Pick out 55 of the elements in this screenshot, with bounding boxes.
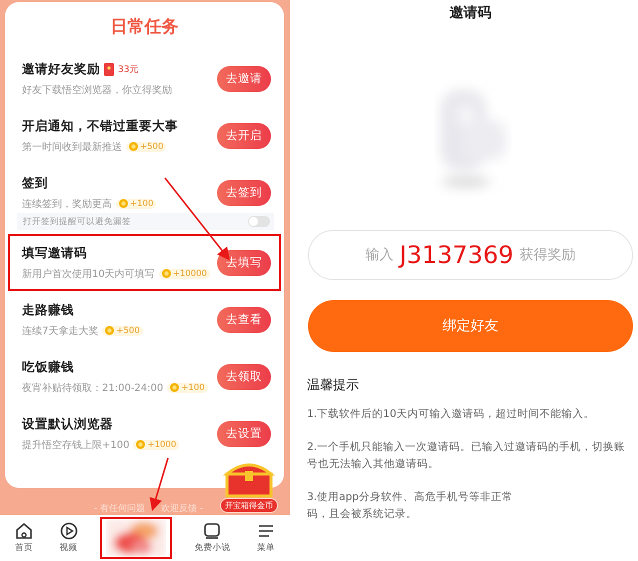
- tip-text: 2.一个手机只能输入一次邀请码。已输入过邀请码的手机，切换账号也无法输入其他邀请码。: [307, 440, 626, 472]
- home-icon: [15, 522, 34, 540]
- tips-heading: 温馨提示: [307, 377, 359, 394]
- task-button[interactable]: 去签到: [217, 180, 271, 206]
- toggle-switch[interactable]: [248, 216, 270, 227]
- task-title: 走路赚钱: [22, 302, 74, 318]
- task-title: 邀请好友奖励: [22, 60, 100, 78]
- invite-code-annotation: J3137369: [400, 241, 514, 269]
- panel-title: 日常任务: [110, 16, 180, 39]
- tip-text: 1.下载软件后的10天内可输入邀请码，超过时间不能输入。: [307, 407, 596, 422]
- coin-reward-badge: +100: [167, 382, 208, 392]
- treasure-chest-label: 开宝箱得金币: [220, 498, 278, 513]
- task-description: 第一时间收到最新推送: [22, 140, 122, 154]
- tip-text: 3.使用app分身软件、高危手机号等非正常: [307, 490, 514, 505]
- coin-reward-badge: +500: [102, 326, 143, 336]
- feedback-text: 欢迎反馈 -: [161, 502, 204, 515]
- coin-reward-badge: +500: [126, 142, 166, 152]
- task-button[interactable]: 去邀请: [217, 66, 271, 92]
- task-title: 开启通知，不错过重要大事: [22, 118, 178, 134]
- play-icon: [60, 522, 78, 540]
- menu-icon: [256, 522, 275, 540]
- envelope-icon: [104, 62, 114, 76]
- task-title: 签到: [22, 174, 48, 192]
- invite-code-field[interactable]: 输入 J3137369 获得奖励: [308, 230, 633, 280]
- task-button[interactable]: 去领取: [217, 364, 271, 390]
- tab-bar-item[interactable]: 免费小说: [190, 519, 234, 557]
- task-description: 连续7天拿走大奖: [22, 324, 98, 338]
- book-icon: [203, 522, 222, 540]
- task-title: 吃饭赚钱: [22, 358, 74, 376]
- task-description: 夜宵补贴待领取：21:00-24:00: [22, 382, 164, 394]
- feedback-text: - 有任何问题: [94, 502, 145, 515]
- bind-friend-button[interactable]: 绑定好友: [308, 300, 633, 352]
- task-button[interactable]: 去开启: [217, 122, 271, 148]
- task-button[interactable]: 去填写: [217, 250, 271, 276]
- task-button[interactable]: 去查看: [217, 306, 271, 332]
- task-description: 好友下载悟空浏览器，你立得奖励: [22, 84, 172, 96]
- task-description: 新用户首次使用10天内可填写: [22, 268, 155, 280]
- annotation-arrow: [150, 458, 169, 512]
- task-title: 填写邀请码: [22, 244, 87, 262]
- coin-reward-badge: +1000: [133, 440, 180, 450]
- task-button[interactable]: 去设置: [217, 420, 271, 446]
- reminder-text: 打开签到提醒可以避免漏签: [23, 216, 131, 228]
- coin-reward-badge: +100: [116, 198, 156, 208]
- task-description: 连续签到，奖励更高: [22, 198, 112, 210]
- tip-text: 码，且会被系统记录。: [307, 507, 418, 522]
- reward-amount: 33元: [118, 64, 138, 76]
- tab-bar-item[interactable]: 菜单: [252, 519, 279, 557]
- page-title: 邀请码: [450, 4, 492, 22]
- task-description: 提升悟空存钱上限+100: [22, 438, 130, 452]
- tab-bar-item[interactable]: 首页: [11, 519, 38, 557]
- task-title: 设置默认浏览器: [22, 416, 113, 432]
- coin-reward-badge: +10000: [158, 268, 210, 278]
- tab-bar-item[interactable]: 视频: [56, 519, 82, 557]
- placeholder-text: 获得奖励: [519, 246, 576, 264]
- placeholder-text: 输入: [366, 246, 394, 264]
